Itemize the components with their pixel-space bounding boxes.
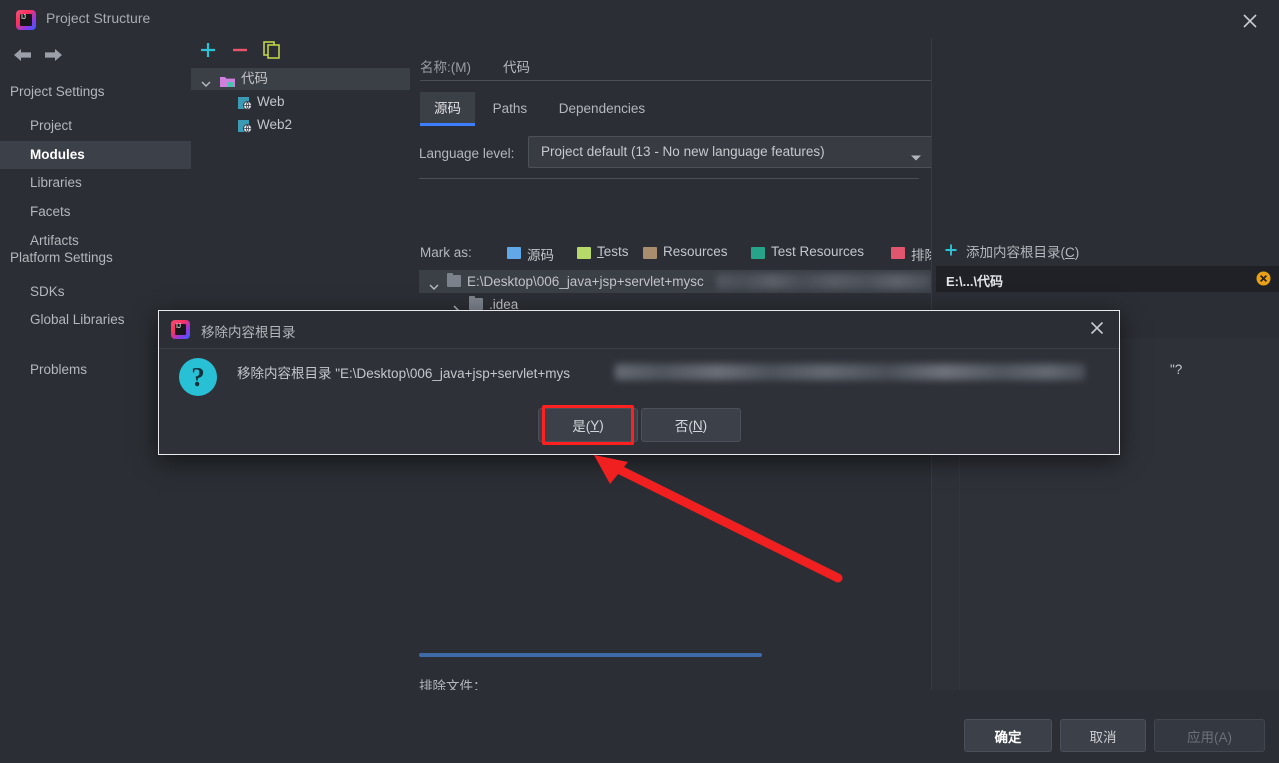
web-module-icon [238,118,252,134]
close-icon[interactable] [1089,320,1105,339]
sidebar-item-libraries[interactable]: Libraries [0,169,191,197]
remove-minus-icon[interactable] [228,38,256,66]
dialog-yes-button[interactable]: 是(Y) [538,408,638,442]
remove-circle-icon[interactable] [1256,271,1271,289]
dialog-title: 移除内容根目录 [201,325,296,340]
sidebar-group-project-settings: Project Settings [10,84,105,99]
content-root-entry[interactable]: E:\...\代码 [936,266,1279,292]
ok-button[interactable]: 确定 [964,719,1052,752]
tree-row-label: Web2 [257,117,293,132]
content-root-path-label: E:\Desktop\006_java+jsp+servlet+mysc [467,274,704,289]
content-root-entry-path: E:\...\代码 [946,274,1004,289]
web-module-icon [238,95,252,111]
add-content-root-label: 添加内容根目录(C) [966,245,1080,260]
close-icon[interactable] [1235,6,1265,36]
tree-row-label: 代码 [241,71,268,86]
question-mark-icon: ? [179,358,217,396]
mark-as-test-resources-label: Test Resources [771,244,865,259]
module-name-label: 名称:(M) [420,60,471,75]
dialog-footer: 确定 取消 应用(A) [0,690,1279,763]
mark-as-tests-label: Tests [597,244,629,259]
dialog-message: 移除内容根目录 "E:\Desktop\006_java+jsp+servlet… [237,362,1182,382]
tree-row-web[interactable]: Web [191,91,410,113]
sidebar-item-facets[interactable]: Facets [0,198,191,226]
nav-back-button[interactable] [10,44,36,66]
copy-icon[interactable] [260,38,288,66]
sidebar-item-project[interactable]: Project [0,112,191,140]
detail-tabs: 源码 Paths Dependencies [420,92,659,126]
apply-button[interactable]: 应用(A) [1154,719,1265,752]
dialog-message-suffix: "? [1170,362,1183,377]
redacted-path-segment [717,274,931,289]
sidebar-item-modules[interactable]: Modules [0,141,191,169]
dialog-message-prefix: 移除内容根目录 "E:\Desktop\006_java+jsp+servlet… [237,366,571,381]
chevron-down-icon [910,150,922,165]
language-level-dropdown[interactable]: Project default (13 - No new language fe… [528,136,933,168]
content-root-row[interactable]: E:\Desktop\006_java+jsp+servlet+mysc [419,270,933,293]
tests-folder-icon [577,247,591,259]
scrollbar-thumb[interactable] [419,653,762,657]
sidebar-item-sdks[interactable]: SDKs [0,278,191,306]
folder-icon [469,296,483,310]
sources-folder-icon [507,247,521,259]
tab-sources[interactable]: 源码 [420,92,475,126]
module-group-folder-icon [220,73,235,87]
tree-row-web2[interactable]: Web2 [191,114,410,136]
nav-forward-button[interactable] [40,44,66,66]
mark-as-label: Mark as: [420,245,472,260]
dialog-no-button[interactable]: 否(N) [641,408,741,442]
tree-row-module-group[interactable]: 代码 [191,68,410,90]
add-plus-icon[interactable] [196,38,224,66]
tab-paths[interactable]: Paths [479,92,542,126]
folder-icon [447,273,461,287]
redacted-path-segment [615,364,1085,380]
excluded-folder-icon [891,247,905,259]
cancel-button[interactable]: 取消 [1060,719,1146,752]
dialog-title-bar: IJ 移除内容根目录 [159,311,1119,349]
remove-content-root-dialog: IJ 移除内容根目录 ? 移除内容根目录 "E:\Desktop\006_jav… [158,310,1182,455]
language-level-label: Language level: [419,146,515,161]
intellij-idea-logo: IJ [16,10,36,30]
module-name-value[interactable]: 代码 [503,56,530,76]
mark-as-sources-label: 源码 [527,248,554,263]
intellij-idea-logo: IJ [171,320,190,339]
mark-as-resources-label: Resources [663,244,728,259]
title-bar: IJ Project Structure [0,0,1279,40]
plus-icon [944,243,958,260]
page-title: Project Structure [46,10,151,26]
tree-row-label: Web [257,94,285,109]
language-level-value: Project default (13 - No new language fe… [541,144,825,159]
sidebar-item-artifacts[interactable]: Artifacts [0,227,191,255]
language-level-underline [419,178,919,179]
resources-folder-icon [643,247,657,259]
module-tree-toolbar [191,38,411,66]
test-resources-folder-icon [751,247,765,259]
tab-dependencies[interactable]: Dependencies [545,92,659,126]
project-structure-window: IJ Project Structure Project Settings Pl… [0,0,1279,763]
